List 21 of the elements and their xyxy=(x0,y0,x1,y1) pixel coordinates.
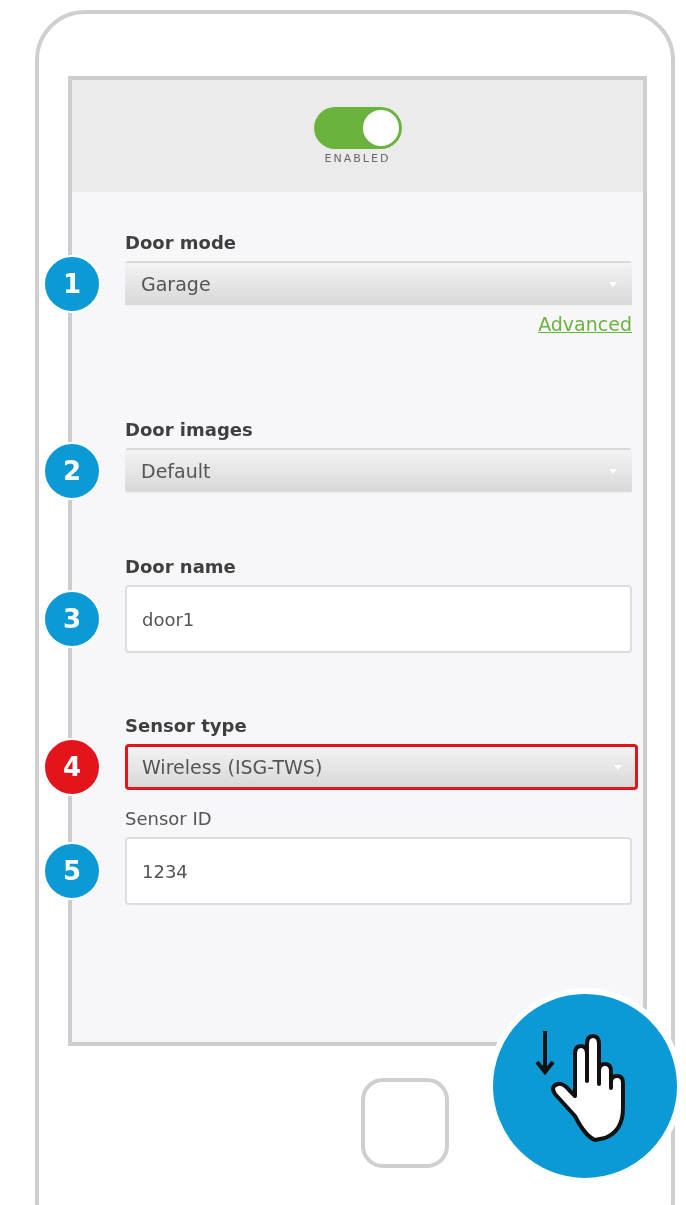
number-marker: 4 xyxy=(43,738,101,796)
caret-icon xyxy=(613,763,623,771)
home-button[interactable] xyxy=(361,1078,449,1168)
text-input-field[interactable]: door1 xyxy=(125,585,632,653)
toggle-label: ENABLED xyxy=(324,152,391,165)
field-label: Sensor type xyxy=(125,715,247,736)
field-label: Door mode xyxy=(125,232,237,253)
field-label: Sensor ID xyxy=(125,808,212,829)
caret-icon xyxy=(608,280,618,288)
dropdown-field[interactable]: Wireless (ISG-TWS) xyxy=(125,744,638,790)
field-label: Door name xyxy=(125,556,236,577)
dropdown-field[interactable]: Garage xyxy=(125,261,632,307)
field-label: Door images xyxy=(125,419,253,440)
number-marker: 3 xyxy=(43,590,101,648)
dropdown-field[interactable]: Default xyxy=(125,448,632,494)
enabled-toggle[interactable] xyxy=(313,107,402,149)
text-input-field[interactable]: 1234 xyxy=(125,837,632,905)
number-marker: 1 xyxy=(43,255,101,313)
number-marker: 2 xyxy=(43,442,101,500)
number-marker: 5 xyxy=(43,842,101,900)
caret-icon xyxy=(608,467,618,475)
